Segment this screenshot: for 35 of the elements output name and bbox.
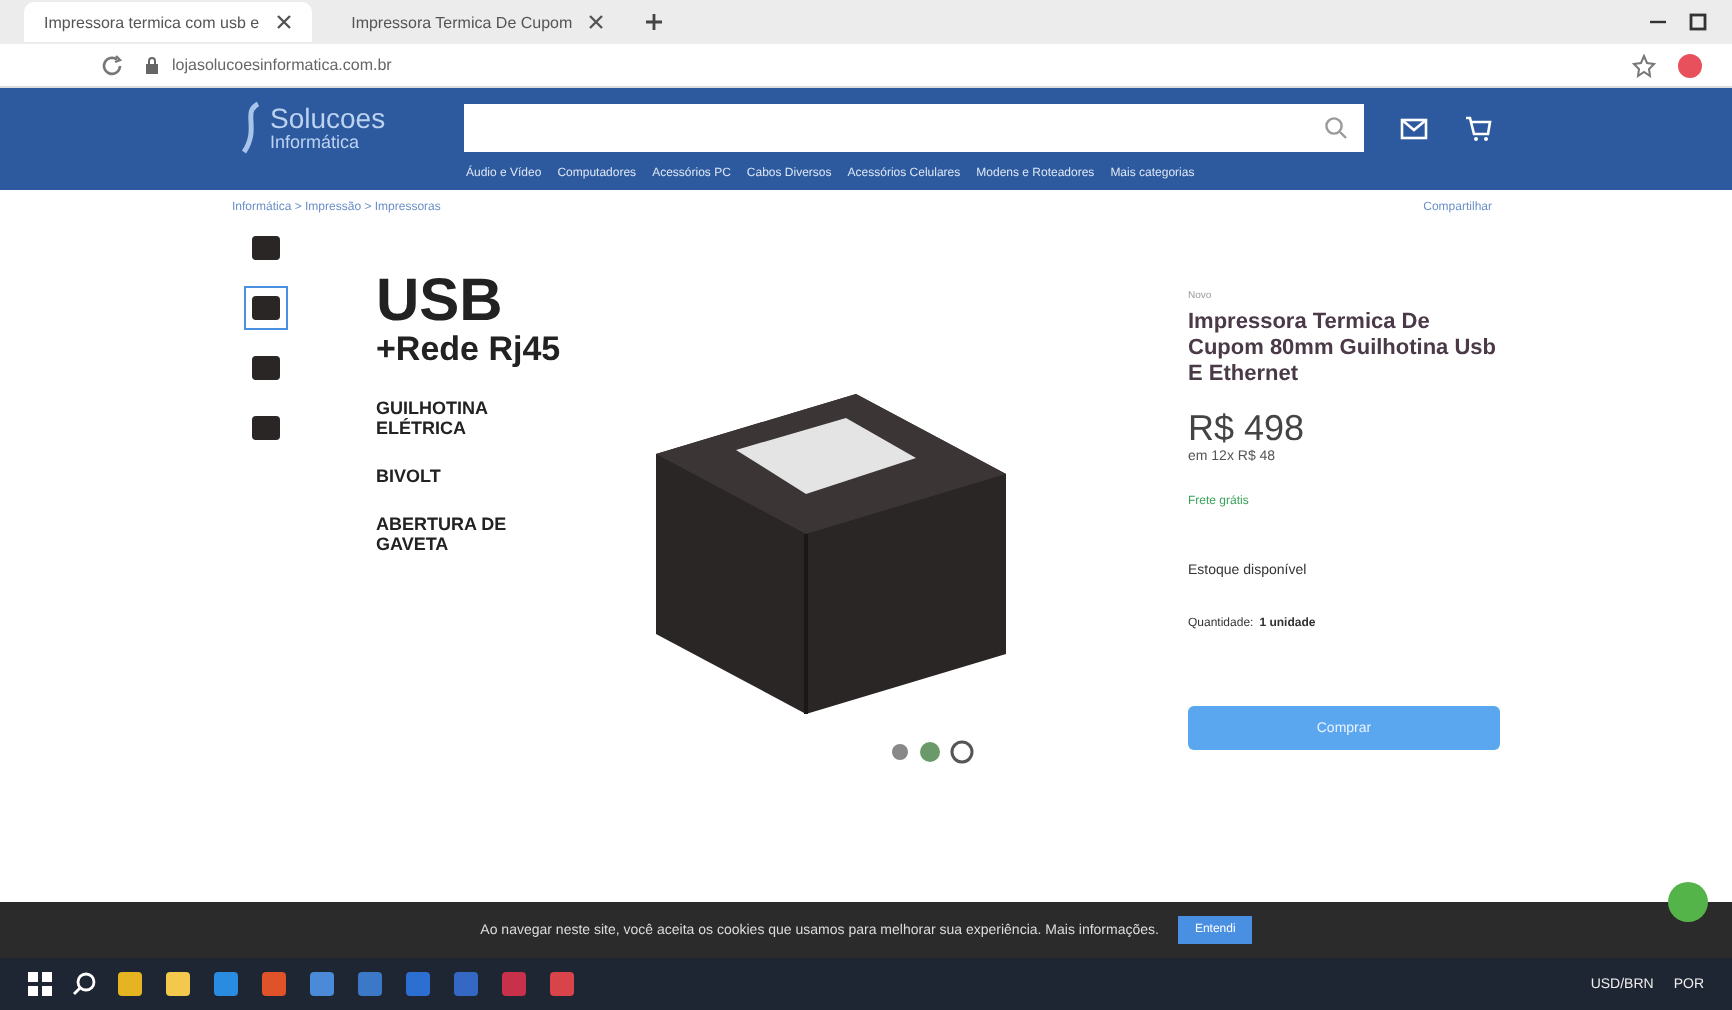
- app-icon[interactable]: [212, 970, 240, 998]
- browser-tab[interactable]: Impressora Termica De Cupom: [331, 2, 625, 42]
- reload-icon: [100, 53, 124, 77]
- address-field[interactable]: lojasolucoesinformatica.com.br: [144, 55, 1612, 75]
- app-icon[interactable]: [164, 970, 192, 998]
- image-thumbnail[interactable]: [244, 286, 288, 330]
- price-text: R$ 498: [1188, 408, 1305, 450]
- lock-icon: [144, 55, 160, 75]
- logo-subtext: Informática: [270, 132, 362, 152]
- app-icon[interactable]: [260, 970, 288, 998]
- image-caption: +Rede Rj45: [376, 330, 563, 370]
- mail-icon: [1400, 117, 1428, 139]
- logo-text: Solucoes: [270, 104, 386, 132]
- search-icon: [1324, 116, 1348, 140]
- logo-icon: [236, 100, 264, 156]
- browser-tab[interactable]: Impressora termica com usb e: [24, 2, 312, 42]
- app-icon[interactable]: [308, 970, 336, 998]
- profile-avatar-icon: [1676, 51, 1704, 79]
- chat-button[interactable]: [1668, 882, 1708, 922]
- product-title: Impressora Termica De Cupom 80mm Guilhotina Usb E Ethernet: [1188, 310, 1499, 388]
- maximize-icon: [1688, 12, 1708, 32]
- image-caption: USB: [376, 274, 505, 330]
- star-icon: [1632, 53, 1656, 77]
- image-caption: BIVOLT: [376, 466, 443, 486]
- cart-icon: [1464, 115, 1492, 141]
- close-icon: [588, 14, 605, 30]
- search-field[interactable]: [464, 104, 1364, 152]
- app-icon[interactable]: [116, 970, 144, 998]
- plus-icon: [644, 12, 665, 32]
- certification-icon: [888, 740, 976, 764]
- image-caption: ABERTURA DE GAVETA: [376, 514, 509, 554]
- close-icon: [275, 14, 292, 30]
- image-caption: GUILHOTINA ELÉTRICA: [376, 398, 490, 438]
- search-icon[interactable]: [72, 972, 96, 996]
- windows-start-icon[interactable]: [28, 972, 52, 996]
